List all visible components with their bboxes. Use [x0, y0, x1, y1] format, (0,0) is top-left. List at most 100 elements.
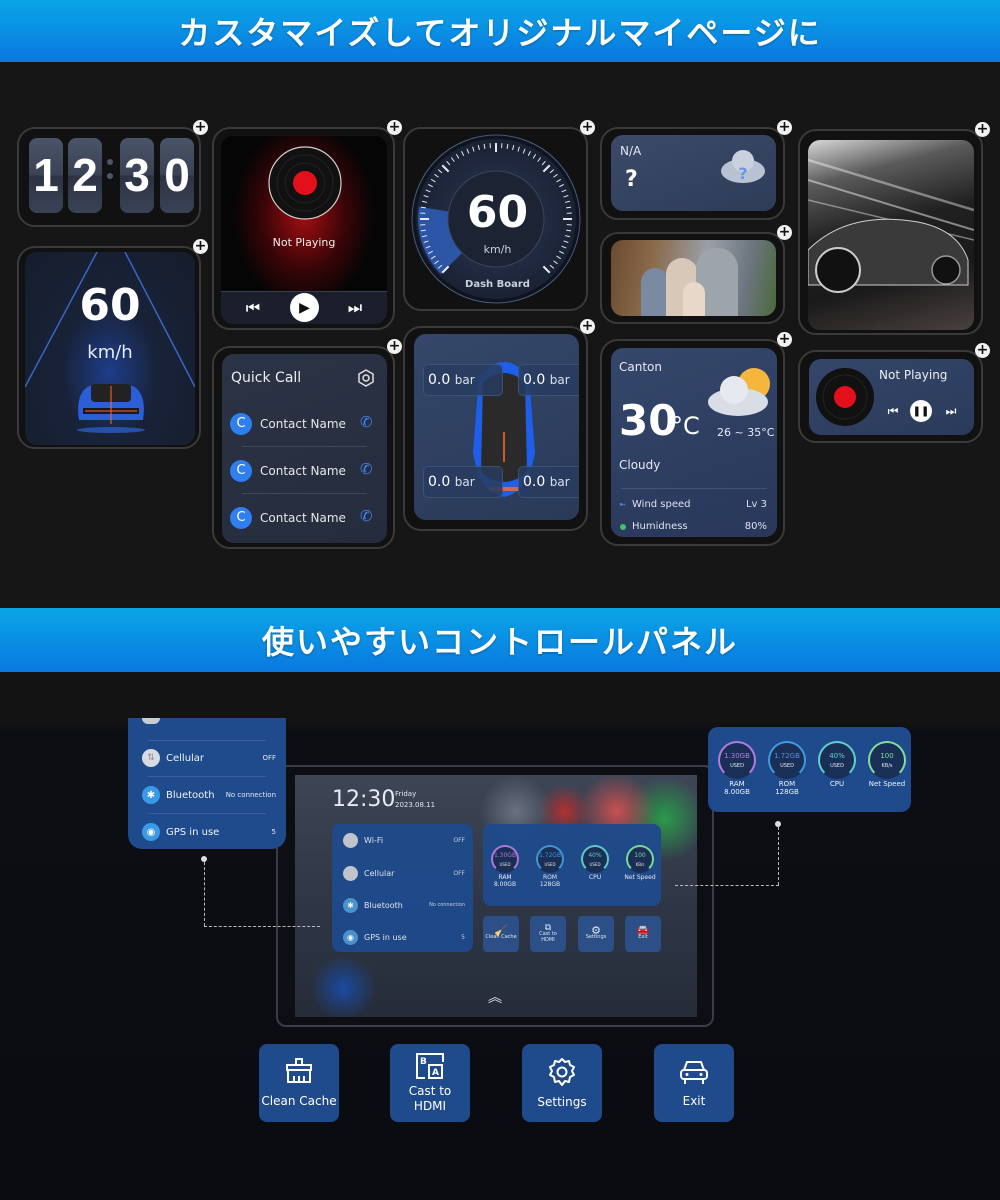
settings-button-large[interactable]: Settings: [522, 1044, 602, 1122]
head-unit-screen: 12:30 Friday 2023.08.11 Wi-Fi OFF Cellul…: [295, 775, 697, 1017]
toggle-label: GPS in use: [166, 826, 220, 838]
meter-ring: 100 KB/s: [868, 741, 906, 779]
widget-car-photo[interactable]: +: [798, 122, 990, 335]
widget-photo[interactable]: +: [600, 225, 792, 324]
car-rear-icon: [77, 384, 145, 433]
cloudy-sun-icon: [708, 368, 770, 416]
widget-tire-pressure[interactable]: + 0.0 bar 0.0 bar 0.0 bar 0.0 bar: [403, 319, 595, 531]
next-track-icon[interactable]: ⏭: [942, 402, 960, 420]
button-label: Cast to: [408, 1084, 452, 1098]
vinyl-record-icon: [268, 146, 342, 220]
meter-capacity: 128GB: [539, 881, 561, 888]
meter-net-speed: 100 KB/s Net Speed: [868, 741, 906, 788]
play-icon[interactable]: ▶: [290, 293, 319, 322]
meter-label: Net Speed: [624, 874, 656, 881]
contact-row[interactable]: C Contact Name: [230, 409, 380, 439]
meter-value: 100: [880, 751, 894, 760]
add-widget-icon[interactable]: +: [975, 343, 990, 358]
exit-button-large[interactable]: Exit: [654, 1044, 734, 1122]
widget-music-player[interactable]: + Not Playing ⏮ ▶ ⏭: [212, 120, 402, 330]
meter-ring: 1.30GB USED: [491, 845, 519, 873]
meter-sub: KB/s: [635, 861, 645, 867]
bluetooth-icon: ✱: [343, 897, 358, 913]
toggle-bluetooth[interactable]: ✱ Bluetooth No connection: [343, 896, 465, 914]
toggle-cellular[interactable]: ⇅ Cellular OFF: [142, 748, 276, 768]
add-widget-icon[interactable]: +: [975, 122, 990, 137]
weather-location: N/A: [620, 144, 642, 158]
speed-value: 60: [79, 280, 141, 331]
add-widget-icon[interactable]: +: [777, 332, 792, 347]
add-widget-icon[interactable]: +: [580, 120, 595, 135]
exit-button[interactable]: 🚘 Exit: [625, 916, 661, 952]
svg-text:A: A: [432, 1068, 439, 1078]
widget-speed-hud[interactable]: + 60 km/h: [17, 239, 208, 449]
button-label: Exit: [638, 934, 648, 940]
quick-call-title: Quick Call: [231, 370, 302, 386]
button-label: HDMI: [541, 937, 555, 943]
widget-quick-call[interactable]: + Quick Call C Contact Name ✆ C Contact …: [212, 339, 402, 549]
meter-value: 1.30GB: [724, 751, 750, 760]
widget-dashboard[interactable]: + 60 km/h Dash Board: [403, 120, 595, 311]
widget-flip-clock[interactable]: + 1 2 3 0: [17, 120, 208, 227]
meter-ring: 40% USED: [818, 741, 856, 779]
phone-call-icon[interactable]: ✆: [360, 413, 373, 431]
add-widget-icon[interactable]: +: [193, 239, 208, 254]
clean-cache-button[interactable]: 🧹 Clean Cache: [483, 916, 519, 952]
collapse-chevron-icon[interactable]: ︽: [488, 987, 502, 1007]
toggle-gps[interactable]: ◉ GPS in use 5: [343, 928, 465, 946]
contact-row[interactable]: C Contact Name: [230, 503, 380, 533]
connectivity-panel-zoomed: ⇅ Cellular OFF ✱ Bluetooth No connection…: [128, 718, 286, 849]
clock-digit: 0: [160, 138, 194, 213]
dashboard-unit: km/h: [483, 243, 512, 256]
divider: [148, 740, 266, 741]
quick-call-card: Quick Call C Contact Name ✆ C Contact Na…: [222, 354, 387, 543]
pause-icon[interactable]: ❚❚: [910, 400, 932, 422]
toggle-gps[interactable]: ◉ GPS in use 5: [142, 822, 276, 842]
toggle-status: 5: [461, 933, 465, 941]
add-widget-icon[interactable]: +: [193, 120, 208, 135]
toggle-bluetooth[interactable]: ✱ Bluetooth No connection: [142, 785, 276, 805]
button-label: Settings: [585, 934, 607, 940]
phone-call-icon[interactable]: ✆: [360, 460, 373, 478]
settings-button[interactable]: ⚙ Settings: [578, 916, 614, 952]
cast-hdmi-button[interactable]: ⧉ Cast to HDMI: [530, 916, 566, 952]
widget-weather[interactable]: + Canton 30 °C 26 ~ 35°C Cloudy ➼ Wind s…: [600, 332, 792, 546]
meter-value: 1.72GB: [538, 851, 562, 859]
add-widget-icon[interactable]: +: [387, 120, 402, 135]
toggle-wifi[interactable]: Wi-Fi OFF: [343, 831, 465, 849]
add-widget-icon[interactable]: +: [777, 225, 792, 240]
next-track-icon[interactable]: ⏭: [343, 296, 367, 320]
toggle-cellular[interactable]: Cellular OFF: [343, 864, 465, 882]
speed-hud-card: 60 km/h: [25, 252, 195, 445]
cellular-icon: ⇅: [142, 749, 160, 767]
clock-digit: 2: [68, 138, 102, 213]
add-widget-icon[interactable]: +: [777, 120, 792, 135]
settings-hex-icon[interactable]: [357, 369, 375, 387]
phone-call-icon[interactable]: ✆: [360, 507, 373, 525]
dashboard-speed: 60: [466, 187, 529, 238]
add-widget-icon[interactable]: +: [387, 339, 402, 354]
weather-card: Canton 30 °C 26 ~ 35°C Cloudy ➼ Wind spe…: [611, 348, 777, 537]
clock-colon: [106, 159, 114, 187]
button-label: Clean Cache: [485, 934, 517, 940]
widget-music-mini[interactable]: + Not Playing ⏮ ❚❚ ⏭: [798, 343, 990, 443]
clock-digit: 1: [29, 138, 63, 213]
contact-row[interactable]: C Contact Name: [230, 456, 380, 486]
connectivity-panel: Wi-Fi OFF Cellular OFF ✱ Bluetooth No co…: [332, 824, 473, 952]
weather-na-card: N/A ? ?: [611, 135, 776, 211]
toggle-label: Cellular: [364, 868, 395, 878]
connector-line: [204, 926, 320, 927]
screen-date: 2023.08.11: [395, 801, 436, 809]
toggle-label: GPS in use: [364, 932, 407, 942]
cast-hdmi-button-large[interactable]: B A Cast to HDMI: [390, 1044, 470, 1122]
previous-track-icon[interactable]: ⏮: [241, 296, 265, 320]
dashboard-label: Dash Board: [465, 279, 530, 290]
button-label: HDMI: [413, 1099, 447, 1113]
clean-cache-button-large[interactable]: Clean Cache: [259, 1044, 339, 1122]
previous-track-icon[interactable]: ⏮: [884, 402, 902, 420]
cellular-icon: [343, 865, 358, 881]
add-widget-icon[interactable]: +: [580, 319, 595, 334]
meter-label: Net Speed: [868, 780, 906, 788]
widget-weather-na[interactable]: + N/A ? ?: [600, 120, 792, 220]
meter-capacity: 128GB: [775, 788, 799, 796]
